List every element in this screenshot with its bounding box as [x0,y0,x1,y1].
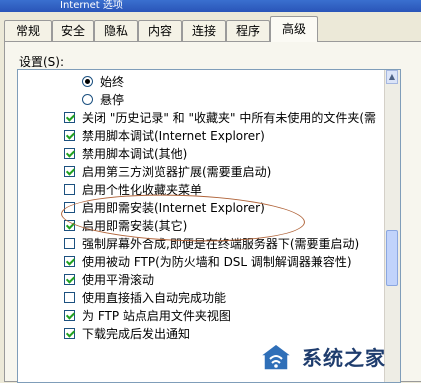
option-label: 始终 [100,75,125,89]
option-label: 为 FTP 站点启用文件夹视图 [82,309,231,323]
option-label: 使用平滑滚动 [82,273,155,287]
option-label: 启用即需安装(Internet Explorer) [82,201,265,215]
tab-privacy[interactable]: 隐私 [94,20,138,41]
checkbox[interactable] [64,292,75,303]
checkbox[interactable] [64,274,75,285]
title-bar: Internet 选项 [0,0,421,12]
house-logo-icon [257,343,295,371]
option-label: 强制屏幕外合成,即便是在终端服务器下(需要重启动) [82,237,360,251]
tab-advanced[interactable]: 高级 [270,16,318,42]
tab-connections[interactable]: 连接 [182,20,226,41]
tab-general[interactable]: 常规 [4,20,52,41]
advanced-panel: 设置(S): 始终 悬停 关闭 "历史记录" 和 "收藏夹" 中所有未使用的文件… [4,41,421,383]
option-label: 悬停 [100,93,125,107]
radio-button[interactable] [82,94,93,105]
checkbox[interactable] [64,238,75,249]
window-title: Internet 选项 [60,0,123,11]
checkbox[interactable] [64,148,75,159]
option-label: 使用被动 FTP(为防火墙和 DSL 调制解调器兼容性) [82,255,352,269]
settings-label: 设置(S): [19,55,65,69]
checkbox[interactable] [64,310,75,321]
scrollbar-thumb[interactable] [386,230,398,286]
checkbox[interactable] [64,112,75,123]
watermark-text: 系统之家 [302,346,386,370]
checkbox[interactable] [64,130,75,141]
checkbox[interactable] [64,184,75,195]
checkbox[interactable] [64,202,75,213]
option-label: 关闭 "历史记录" 和 "收藏夹" 中所有未使用的文件夹(需 [82,111,377,125]
checkbox[interactable] [64,328,75,339]
watermark: 系统之家 [256,336,421,382]
checkbox[interactable] [64,166,75,177]
option-label: 使用直接插入自动完成功能 [82,291,227,305]
scroll-up-arrow-icon[interactable]: ▲ [386,70,398,84]
tab-security[interactable]: 安全 [52,20,94,41]
option-label: 禁用脚本调试(Internet Explorer) [82,129,265,143]
checkbox[interactable] [64,220,75,231]
option-label: 启用个性化收藏夹菜单 [82,183,203,197]
option-label: 启用即需安装(其它) [82,219,188,233]
option-label: 启用第三方浏览器扩展(需要重启动) [82,165,272,179]
option-label: 下载完成后发出通知 [82,327,191,341]
radio-button[interactable] [82,76,93,87]
tab-programs[interactable]: 程序 [226,20,270,41]
tab-content[interactable]: 内容 [138,20,182,41]
option-label: 禁用脚本调试(其他) [82,147,188,161]
checkbox[interactable] [64,256,75,267]
